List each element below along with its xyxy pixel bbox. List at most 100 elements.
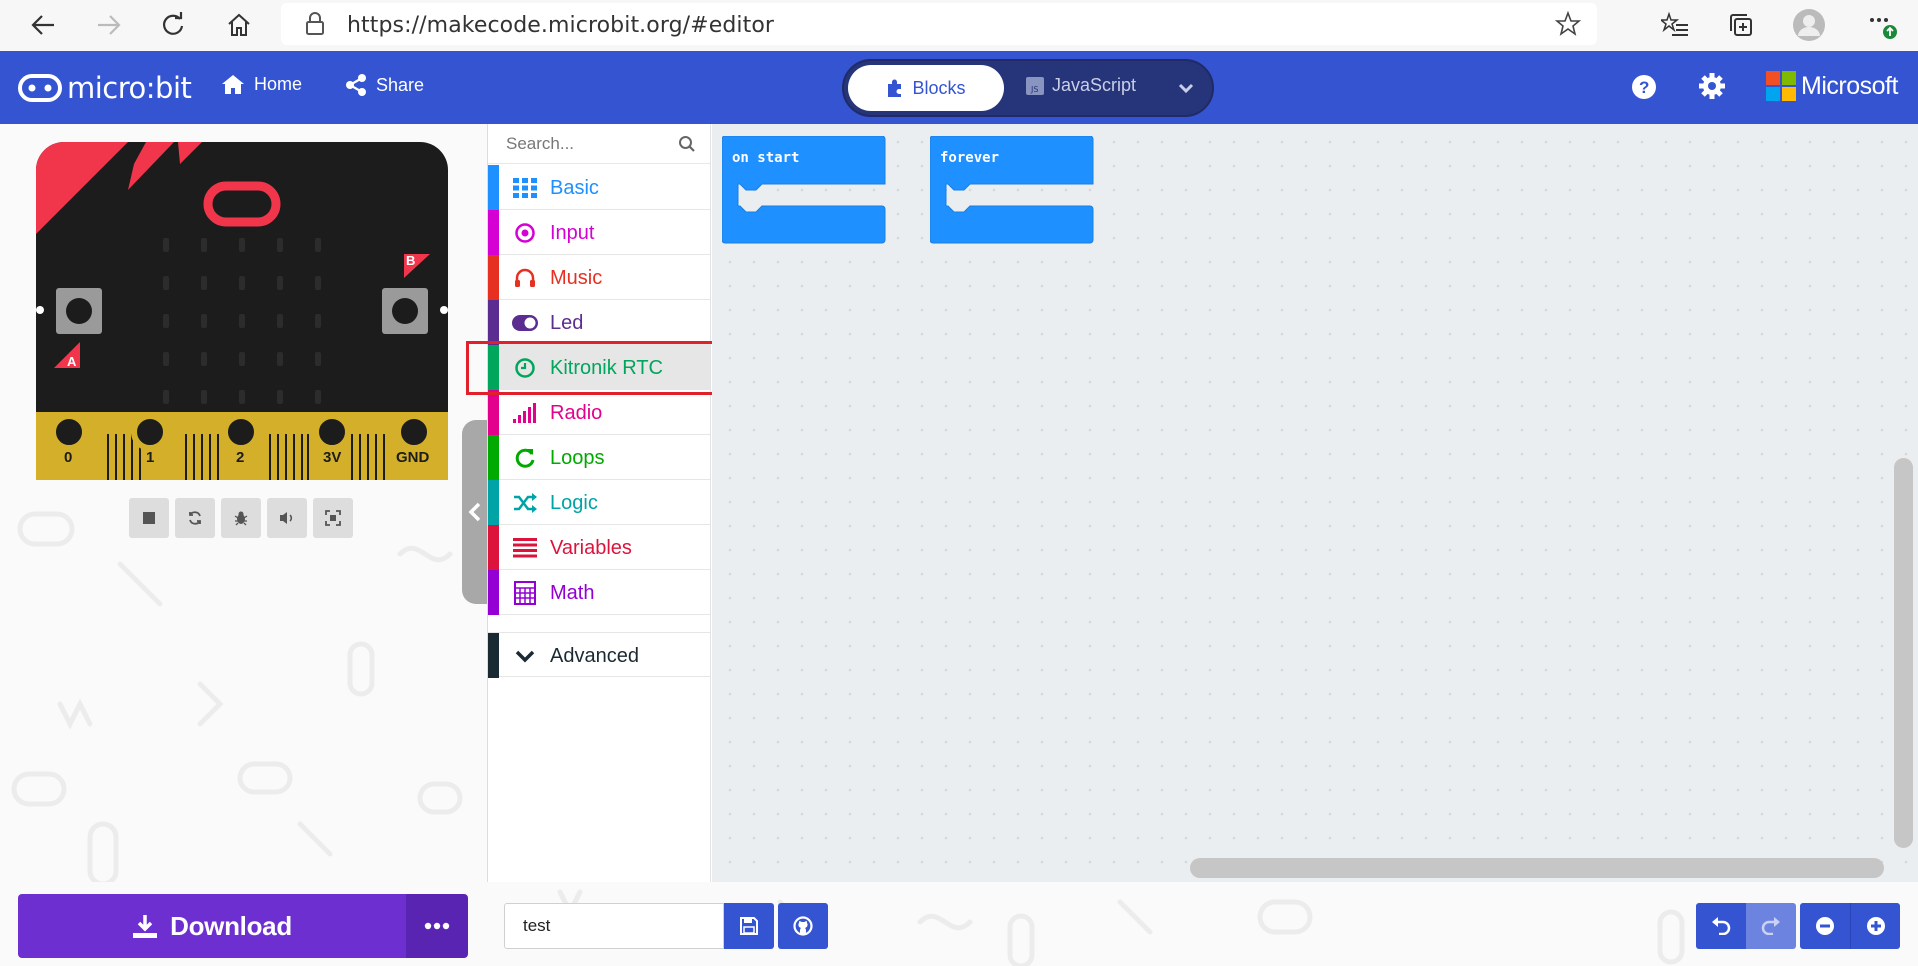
stop-icon <box>143 512 155 524</box>
category-label: Loops <box>550 447 605 469</box>
fullscreen-button[interactable] <box>313 498 353 538</box>
help-icon[interactable]: ? <box>1630 73 1658 106</box>
category-logic[interactable]: Logic <box>488 480 710 525</box>
logo-text: micro:bit <box>67 71 192 105</box>
toggle-icon <box>512 311 538 335</box>
category-music[interactable]: Music <box>488 255 710 300</box>
favorite-star-icon[interactable] <box>1554 10 1582 42</box>
category-color-bar <box>488 633 499 678</box>
category-label: Input <box>550 222 595 244</box>
chevron-left-icon <box>468 502 481 522</box>
mute-button[interactable] <box>267 498 307 538</box>
collapse-simulator-handle[interactable] <box>462 420 488 604</box>
category-led[interactable]: Led <box>488 300 710 345</box>
settings-gear-icon[interactable] <box>1698 72 1726 105</box>
bug-icon <box>234 511 248 526</box>
headphones-icon <box>512 266 538 290</box>
home-label: Home <box>254 73 303 94</box>
forward-icon[interactable] <box>92 8 126 42</box>
signal-icon <box>512 401 538 425</box>
category-color-bar <box>488 210 499 255</box>
download-more-button[interactable] <box>406 894 468 958</box>
workspace-vertical-scrollbar[interactable] <box>1894 458 1913 848</box>
zoom-in-icon <box>1866 917 1885 935</box>
refresh-icon[interactable] <box>156 8 190 42</box>
undo-button[interactable] <box>1696 903 1746 949</box>
svg-text:?: ? <box>1639 78 1649 97</box>
category-color-bar <box>488 435 499 480</box>
github-icon <box>793 916 813 936</box>
github-button[interactable] <box>778 903 828 949</box>
redo-icon <box>1761 917 1780 935</box>
save-button[interactable] <box>724 903 774 949</box>
category-label: Basic <box>550 177 599 199</box>
javascript-tab[interactable]: JS JavaScript <box>1026 75 1136 96</box>
pin-2-label: 2 <box>236 449 244 466</box>
category-label: Variables <box>550 537 632 559</box>
javascript-label: JavaScript <box>1052 75 1137 95</box>
simulator-controls <box>129 498 359 538</box>
zoom-in-button[interactable] <box>1850 903 1900 949</box>
refresh-icon <box>512 446 538 470</box>
pin-1-label: 1 <box>146 449 154 466</box>
debug-button[interactable] <box>221 498 261 538</box>
category-color-bar <box>488 390 499 435</box>
blocks-workspace[interactable]: on start forever <box>712 124 1918 882</box>
restart-simulator-button[interactable] <box>175 498 215 538</box>
microsoft-logo[interactable]: Microsoft <box>1766 71 1898 101</box>
stop-simulator-button[interactable] <box>129 498 169 538</box>
block-label: on start <box>732 150 800 166</box>
back-icon[interactable] <box>26 8 60 42</box>
puzzle-icon <box>888 79 902 97</box>
share-icon <box>346 74 366 96</box>
calculator-icon <box>512 581 538 605</box>
category-label: Advanced <box>550 645 639 667</box>
category-label: Radio <box>550 402 603 424</box>
on-start-block[interactable]: on start <box>721 135 886 249</box>
home-button[interactable]: Home <box>220 73 302 95</box>
search-input[interactable] <box>488 124 710 164</box>
microsoft-squares-icon <box>1766 71 1796 101</box>
category-loops[interactable]: Loops <box>488 435 710 480</box>
zoom-out-button[interactable] <box>1800 903 1850 949</box>
favorites-list-icon[interactable] <box>1658 8 1692 42</box>
list-icon <box>512 536 538 560</box>
browser-toolbar: https://makecode.microbit.org/#editor <box>0 0 1918 51</box>
search-icon[interactable] <box>678 135 696 158</box>
microbit-logo[interactable]: micro:bit <box>18 71 192 105</box>
zoom-out-icon <box>1816 917 1834 935</box>
highlight-box <box>466 341 736 395</box>
restart-icon <box>189 511 201 525</box>
category-color-bar <box>488 480 499 525</box>
language-dropdown-icon[interactable] <box>1178 81 1194 99</box>
project-name-input[interactable] <box>504 903 724 949</box>
download-button[interactable]: Download <box>18 894 406 958</box>
category-math[interactable]: Math <box>488 570 710 615</box>
microbit-board[interactable]: A B 0 1 2 3V GND <box>36 142 448 480</box>
category-advanced[interactable]: Advanced <box>488 632 710 678</box>
blocks-label: Blocks <box>912 77 966 98</box>
forever-block[interactable]: forever <box>929 135 1094 249</box>
lock-icon <box>305 12 325 41</box>
home-browser-icon[interactable] <box>222 8 256 42</box>
speaker-icon <box>280 512 293 524</box>
button-a-label: A <box>67 354 77 369</box>
fullscreen-icon <box>325 510 341 526</box>
category-input[interactable]: Input <box>488 210 710 255</box>
workspace-horizontal-scrollbar[interactable] <box>1190 858 1884 878</box>
microsoft-label: Microsoft <box>1801 71 1898 100</box>
more-menu-icon[interactable] <box>1866 8 1900 42</box>
profile-avatar-icon[interactable] <box>1792 8 1826 42</box>
category-radio[interactable]: Radio <box>488 390 710 435</box>
grid-icon <box>512 176 538 200</box>
address-bar[interactable]: https://makecode.microbit.org/#editor <box>281 3 1597 45</box>
category-variables[interactable]: Variables <box>488 525 710 570</box>
category-basic[interactable]: Basic <box>488 165 710 210</box>
redo-button[interactable] <box>1746 903 1796 949</box>
blocks-tab[interactable]: Blocks <box>848 65 1004 111</box>
collections-icon[interactable] <box>1724 8 1758 42</box>
undo-icon <box>1712 917 1731 935</box>
share-button[interactable]: Share <box>344 73 424 97</box>
category-label: Logic <box>550 492 598 514</box>
svg-text:JS: JS <box>1030 85 1038 94</box>
